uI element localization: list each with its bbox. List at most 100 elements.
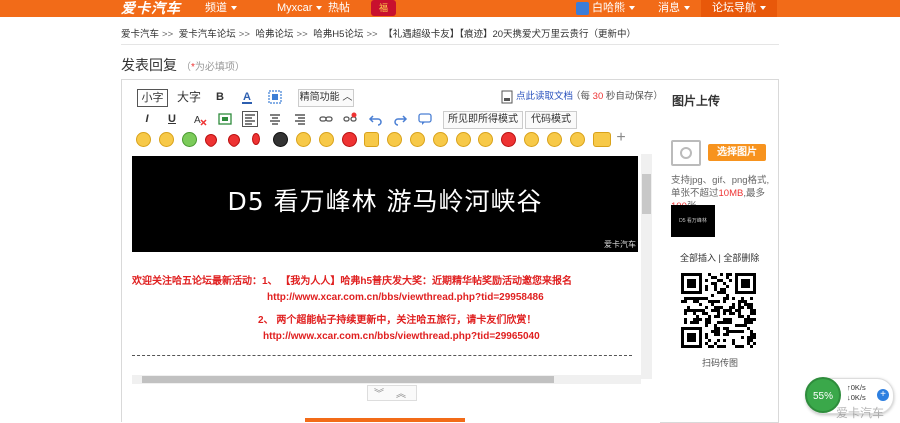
chevron-down-icon xyxy=(684,6,690,11)
activity-line-1: 欢迎关注哈五论坛最新活动：1、 【我为人人】哈弗h5普庆发大奖：近期精华帖奖励活… xyxy=(132,276,573,287)
emoji-cry-icon[interactable] xyxy=(387,132,402,147)
breadcrumb-item[interactable]: 哈弗H5论坛 xyxy=(313,29,363,40)
emoji-cool-icon[interactable] xyxy=(273,132,288,147)
insert-links: 全部插入 | 全部删除 xyxy=(680,253,760,263)
chevron-down-icon xyxy=(316,6,323,11)
bold-button[interactable]: B xyxy=(212,89,228,105)
forum-nav-button[interactable]: 论坛导航 xyxy=(701,0,777,17)
qr-label: 扫码传图 xyxy=(702,358,739,368)
thumbs-up-icon[interactable] xyxy=(364,132,379,147)
undo-icon[interactable] xyxy=(368,111,384,127)
load-draft-link[interactable]: 点此读取文档 xyxy=(516,89,573,105)
scroll-thumb[interactable] xyxy=(142,376,554,383)
content-divider xyxy=(132,355,632,356)
reply-editor: 小字 大字 B A 精简功能 ︿ 点此读取文档 （每 30 秒自动保存） I U… xyxy=(121,79,663,422)
emoji-sunglasses-icon[interactable] xyxy=(478,132,493,147)
align-left-icon[interactable] xyxy=(242,111,258,127)
post-banner-image: D5 看万峰林 游马岭河峡谷 爱卡汽车 xyxy=(132,156,638,252)
photo-icon xyxy=(671,140,701,166)
unlink-icon[interactable] xyxy=(342,111,358,127)
insert-table-icon[interactable] xyxy=(217,111,233,127)
top-nav-bar: 爱卡汽车 频道 Myxcar 热帖 福 白哈熊 消息 论坛导航 xyxy=(0,0,900,17)
emoji-sick-icon[interactable] xyxy=(182,132,197,147)
clear-format-icon[interactable]: A xyxy=(192,111,208,127)
editor-resize-controls: ︾ ︽ xyxy=(367,385,417,401)
emoji-think-icon[interactable] xyxy=(547,132,562,147)
align-center-icon[interactable] xyxy=(267,111,283,127)
messages-menu[interactable]: 消息 xyxy=(658,0,690,17)
quote-icon[interactable] xyxy=(417,111,433,127)
editor-content[interactable]: D5 看万峰林 游马岭河峡谷 爱卡汽车 欢迎关注哈五论坛最新活动：1、 【我为人… xyxy=(132,154,638,379)
large-font-button[interactable]: 大字 xyxy=(174,89,204,105)
autosave-status: （每 30 秒自动保存） xyxy=(571,91,663,102)
breadcrumb-item[interactable]: 哈弗论坛 xyxy=(256,29,294,40)
plus-icon[interactable]: + xyxy=(877,389,889,401)
nav-channel[interactable]: 频道 xyxy=(205,0,237,17)
banner-title: D5 看万峰林 游马岭河峡谷 xyxy=(227,187,543,216)
festival-badge[interactable]: 福 xyxy=(371,0,396,16)
banner-watermark: 爱卡汽车 xyxy=(604,240,636,249)
breadcrumb-item[interactable]: 爱卡汽车 xyxy=(121,29,159,40)
site-logo[interactable]: 爱卡汽车 xyxy=(121,0,181,17)
corner-watermark: 爱卡汽车 xyxy=(836,406,885,420)
emoji-shy-icon[interactable] xyxy=(410,132,425,147)
svg-text:A: A xyxy=(243,91,251,103)
vertical-scrollbar[interactable] xyxy=(641,154,652,379)
nav-hot-posts[interactable]: 热帖 xyxy=(328,0,350,17)
link-line-2[interactable]: http://www.xcar.com.cn/bbs/viewthread.ph… xyxy=(263,331,540,342)
draft-document-icon xyxy=(501,89,513,105)
emoji-wink-icon[interactable] xyxy=(524,132,539,147)
emoji-dizzy-icon[interactable] xyxy=(456,132,471,147)
page-title: 发表回复 （*为必填项） xyxy=(121,57,245,73)
emoji-mad-icon[interactable] xyxy=(501,132,516,147)
align-right-icon[interactable] xyxy=(292,111,308,127)
wysiwyg-mode-button[interactable]: 所见即所得模式 xyxy=(443,111,523,129)
small-font-button[interactable]: 小字 xyxy=(137,89,168,107)
insert-link-icon[interactable] xyxy=(318,111,334,127)
user-menu[interactable]: 白哈熊 xyxy=(592,0,635,17)
nav-myxcar[interactable]: Myxcar xyxy=(277,0,323,17)
breadcrumb-item[interactable]: 【礼遇超级卡友】【痕迹】20天携爱犬万里云贵行（更新中） xyxy=(383,29,636,40)
underline-button[interactable]: U xyxy=(164,111,180,127)
code-mode-button[interactable]: 代码模式 xyxy=(525,111,577,129)
uploaded-image-thumbnail[interactable]: D5 看万峰林 xyxy=(671,205,715,237)
breadcrumb: 爱卡汽车 >> 爱卡汽车论坛 >> 哈弗论坛 >> 哈弗H5论坛 >> 【礼遇超级卡友】… xyxy=(121,29,637,40)
scroll-thumb[interactable] xyxy=(642,174,651,214)
chevron-down-icon xyxy=(629,6,635,11)
activity-line-2: 2、 两个超能帖子持续更新中，关注哈五旅行，请卡友们欣赏！ xyxy=(258,315,537,326)
avatar[interactable] xyxy=(576,2,589,15)
svg-text:A: A xyxy=(194,115,201,126)
expand-down-icon[interactable]: ︾ xyxy=(374,385,384,400)
font-color-icon[interactable]: A xyxy=(239,89,255,105)
italic-button[interactable]: I xyxy=(139,111,155,127)
breadcrumb-item[interactable]: 爱卡汽车论坛 xyxy=(179,29,236,40)
emoji-happy-icon[interactable] xyxy=(433,132,448,147)
choose-image-button[interactable]: 选择图片 xyxy=(708,144,766,161)
simple-mode-dropdown[interactable]: 精简功能 ︿ xyxy=(298,89,354,107)
qr-code xyxy=(681,273,756,348)
emoji-laugh-icon[interactable] xyxy=(159,132,174,147)
chevron-down-icon xyxy=(760,6,766,11)
rose-icon[interactable] xyxy=(252,133,260,145)
upload-title: 图片上传 xyxy=(672,94,721,108)
emoji-grin-icon[interactable] xyxy=(296,132,311,147)
handshake-icon[interactable] xyxy=(593,132,611,147)
emoji-smile-icon[interactable] xyxy=(136,132,151,147)
delete-all-link[interactable]: 全部删除 xyxy=(723,253,759,263)
image-edit-icon[interactable] xyxy=(267,89,283,105)
broken-heart-icon[interactable] xyxy=(225,131,243,149)
insert-all-link[interactable]: 全部插入 xyxy=(680,253,716,263)
heart-icon[interactable] xyxy=(202,131,220,149)
divider xyxy=(121,44,779,45)
more-emoji-icon[interactable]: + xyxy=(613,130,629,146)
emoji-angry-icon[interactable] xyxy=(342,132,357,147)
speed-readout: ↑0K/s ↓0K/s xyxy=(847,383,866,402)
chevron-down-icon xyxy=(231,6,237,11)
emoji-sweat-icon[interactable] xyxy=(319,132,334,147)
submit-button-edge[interactable] xyxy=(305,418,465,422)
horizontal-scrollbar[interactable] xyxy=(132,375,641,384)
collapse-up-icon[interactable]: ︽ xyxy=(396,385,406,400)
redo-icon[interactable] xyxy=(392,111,408,127)
emoji-surprise-icon[interactable] xyxy=(570,132,585,147)
link-line-1[interactable]: http://www.xcar.com.cn/bbs/viewthread.ph… xyxy=(267,292,544,303)
